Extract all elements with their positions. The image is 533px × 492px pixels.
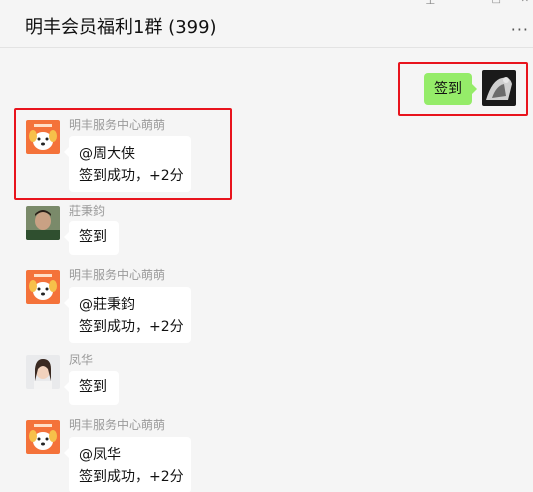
mention-line: @凤华 [79,447,121,463]
maximize-icon[interactable]: □ [492,0,501,5]
message-text: 签到成功，+2分 [79,469,184,485]
sender-name: 明丰服务中心萌萌 [69,418,166,432]
message-text: 签到 [79,229,107,245]
avatar[interactable] [26,355,60,389]
message-bubble[interactable]: @莊秉鈞 签到成功，+2分 [64,287,191,343]
chat-header: 明丰会员福利1群 (399) ㅗ — □ ✕ ··· [0,0,533,48]
more-icon[interactable]: ··· [511,20,529,39]
message-list[interactable]: 签到 明丰服务中心萌萌 @周大侠 签到成功，+2分 莊秉鈞 签到 明丰服务中心萌… [0,48,533,492]
highlight-box [14,108,232,200]
message-bubble[interactable]: 签到 [64,221,119,255]
message-text: 签到成功，+2分 [79,319,184,335]
minimize-icon[interactable]: — [461,0,471,5]
sender-name: 莊秉鈞 [69,204,106,218]
highlight-box [398,62,528,116]
sender-name: 凤华 [69,353,94,367]
bot-avatar[interactable] [26,270,60,304]
chat-title: 明丰会员福利1群 (399) [25,17,217,38]
message-text: 签到 [79,379,107,395]
pin-icon[interactable]: ㅗ [426,0,435,9]
message-bubble[interactable]: 签到 [64,371,119,405]
close-icon[interactable]: ✕ [521,0,529,5]
message-bubble[interactable]: @凤华 签到成功，+2分 [64,437,191,492]
sender-name: 明丰服务中心萌萌 [69,268,166,282]
bot-avatar[interactable] [26,420,60,454]
avatar[interactable] [26,206,60,240]
mention-line: @莊秉鈞 [79,297,135,313]
